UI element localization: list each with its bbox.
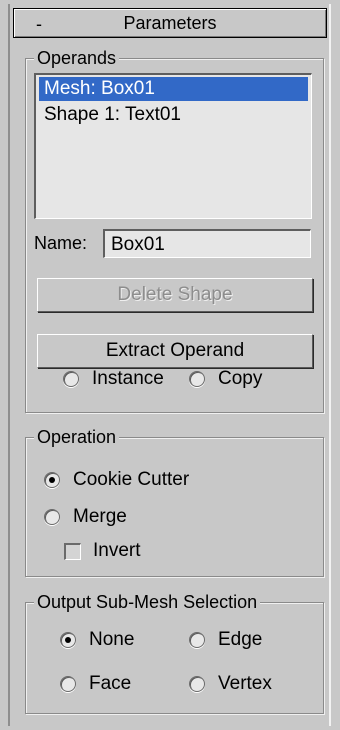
radio-button-icon[interactable] [44,472,60,488]
operands-list[interactable]: Mesh: Box01 Shape 1: Text01 [34,73,312,219]
name-field[interactable]: Box01 [103,229,311,258]
merge-radio[interactable]: Merge [44,504,127,530]
copy-label: Copy [218,368,263,389]
rollout-title: Parameters [123,13,217,33]
face-radio[interactable]: Face [60,671,131,697]
parameters-rollout-header[interactable]: - Parameters [13,8,327,38]
output-submesh-legend: Output Sub-Mesh Selection [34,591,261,613]
edge-radio[interactable]: Edge [189,627,262,653]
output-submesh-group: Output Sub-Mesh Selection [25,591,324,714]
edge-label: Edge [218,629,263,650]
none-label: None [89,629,135,650]
operation-legend: Operation [34,426,120,448]
name-label: Name: [34,233,88,253]
list-item[interactable]: Mesh: Box01 [39,77,308,101]
radio-button-icon[interactable] [60,632,76,648]
radio-button-icon[interactable] [60,676,76,692]
face-label: Face [89,673,132,694]
extract-operand-button[interactable]: Extract Operand [37,334,313,368]
vertex-radio[interactable]: Vertex [189,671,272,697]
operands-legend: Operands [34,47,120,69]
none-radio[interactable]: None [60,627,134,653]
list-item[interactable]: Shape 1: Text01 [39,103,308,127]
instance-radio[interactable]: Instance [63,364,164,394]
vertex-label: Vertex [218,673,272,694]
radio-button-icon[interactable] [189,632,205,648]
delete-shape-button[interactable]: Delete Shape [37,278,313,312]
cookie-cutter-label: Cookie Cutter [73,469,190,490]
instance-label: Instance [92,368,164,389]
invert-label: Invert [93,540,141,561]
radio-button-icon[interactable] [189,371,205,387]
merge-label: Merge [73,506,127,527]
copy-radio[interactable]: Copy [189,364,262,394]
radio-button-icon[interactable] [63,371,79,387]
invert-checkbox[interactable]: Invert [64,538,141,564]
radio-button-icon[interactable] [189,676,205,692]
cookie-cutter-radio[interactable]: Cookie Cutter [44,467,189,493]
checkbox-icon[interactable] [64,542,81,560]
radio-button-icon[interactable] [44,509,60,525]
